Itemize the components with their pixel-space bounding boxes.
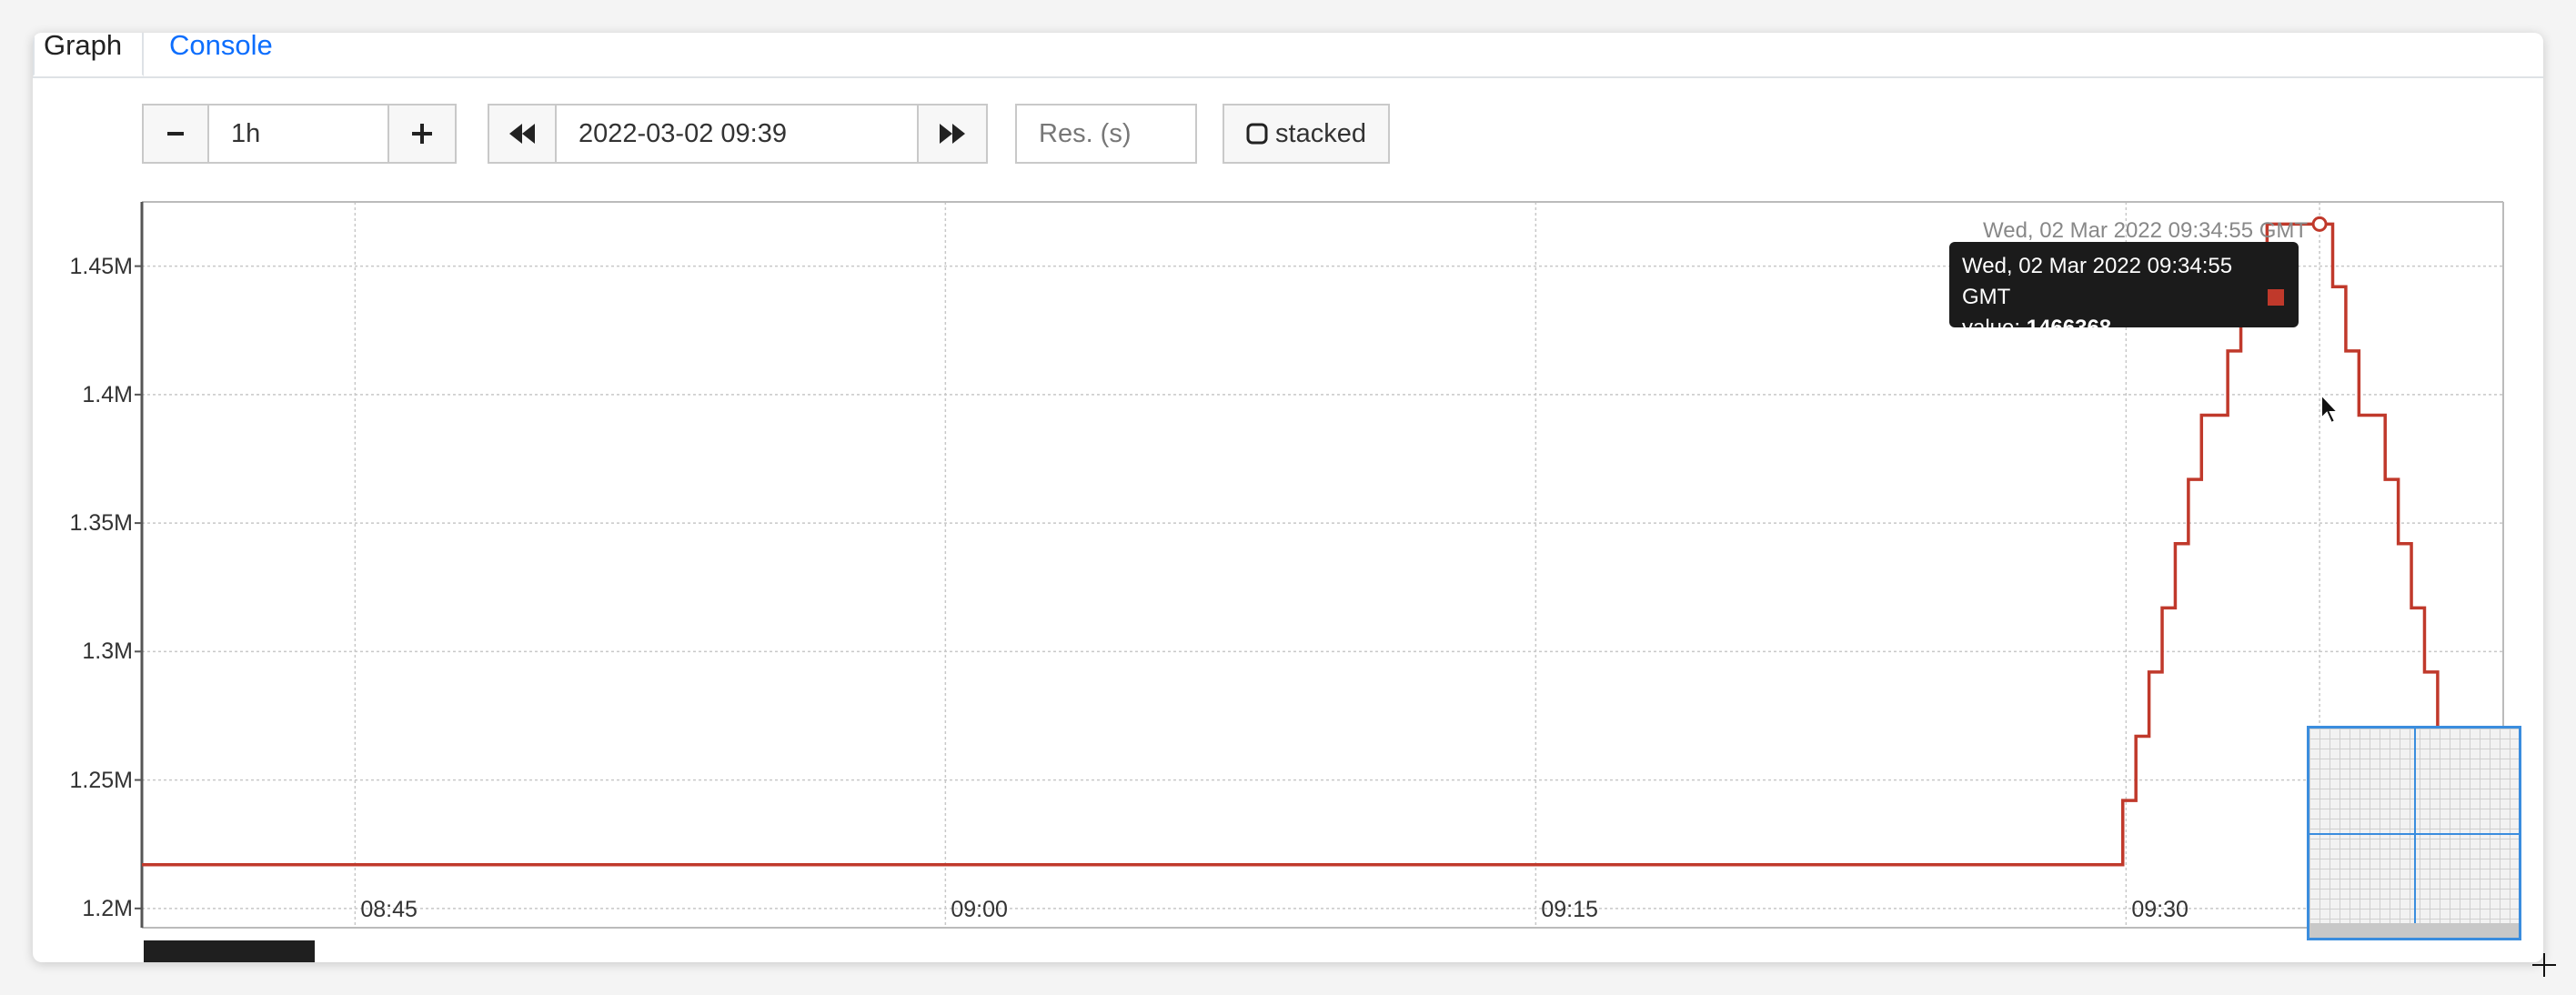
hover-time-label: Wed, 02 Mar 2022 09:34:55 GMT [1983,218,2309,243]
x-tick-label: 09:30 [2131,897,2189,922]
thumbnail-bottom-bar [2309,923,2519,938]
legend-item [144,940,315,962]
mouse-cursor-icon [2320,393,2340,425]
thumbnail-divider-horizontal [2309,833,2519,835]
tooltip-time: Wed, 02 Mar 2022 09:34:55 GMT [1962,254,2233,309]
tooltip-value-row: value: 1466368 [1962,313,2286,344]
y-tick-label: 1.3M [82,638,133,665]
prometheus-graph-panel: Graph Console 1h 2022-03-02 09:39 Res. (… [33,33,2543,962]
screenshot-thumbnail[interactable] [2307,726,2521,940]
crosshair-icon [2532,953,2556,977]
y-tick-label: 1.35M [69,510,133,537]
value-tooltip: Wed, 02 Mar 2022 09:34:55 GMT value: 146… [1949,242,2299,340]
x-tick-label: 09:15 [1541,897,1598,922]
tooltip-value-label: value: [1962,316,2021,340]
y-tick-label: 1.45M [69,253,133,279]
x-tick-label: 09:00 [951,897,1008,922]
tooltip-value: 1466368 [2026,316,2112,340]
y-tick-label: 1.4M [82,381,133,407]
series-color-swatch [2268,289,2284,306]
hover-point [2311,216,2328,232]
y-tick-label: 1.25M [69,767,133,793]
y-tick-label: 1.2M [82,895,133,921]
graph-chart[interactable] [33,33,2543,962]
x-tick-label: 08:45 [360,897,418,922]
